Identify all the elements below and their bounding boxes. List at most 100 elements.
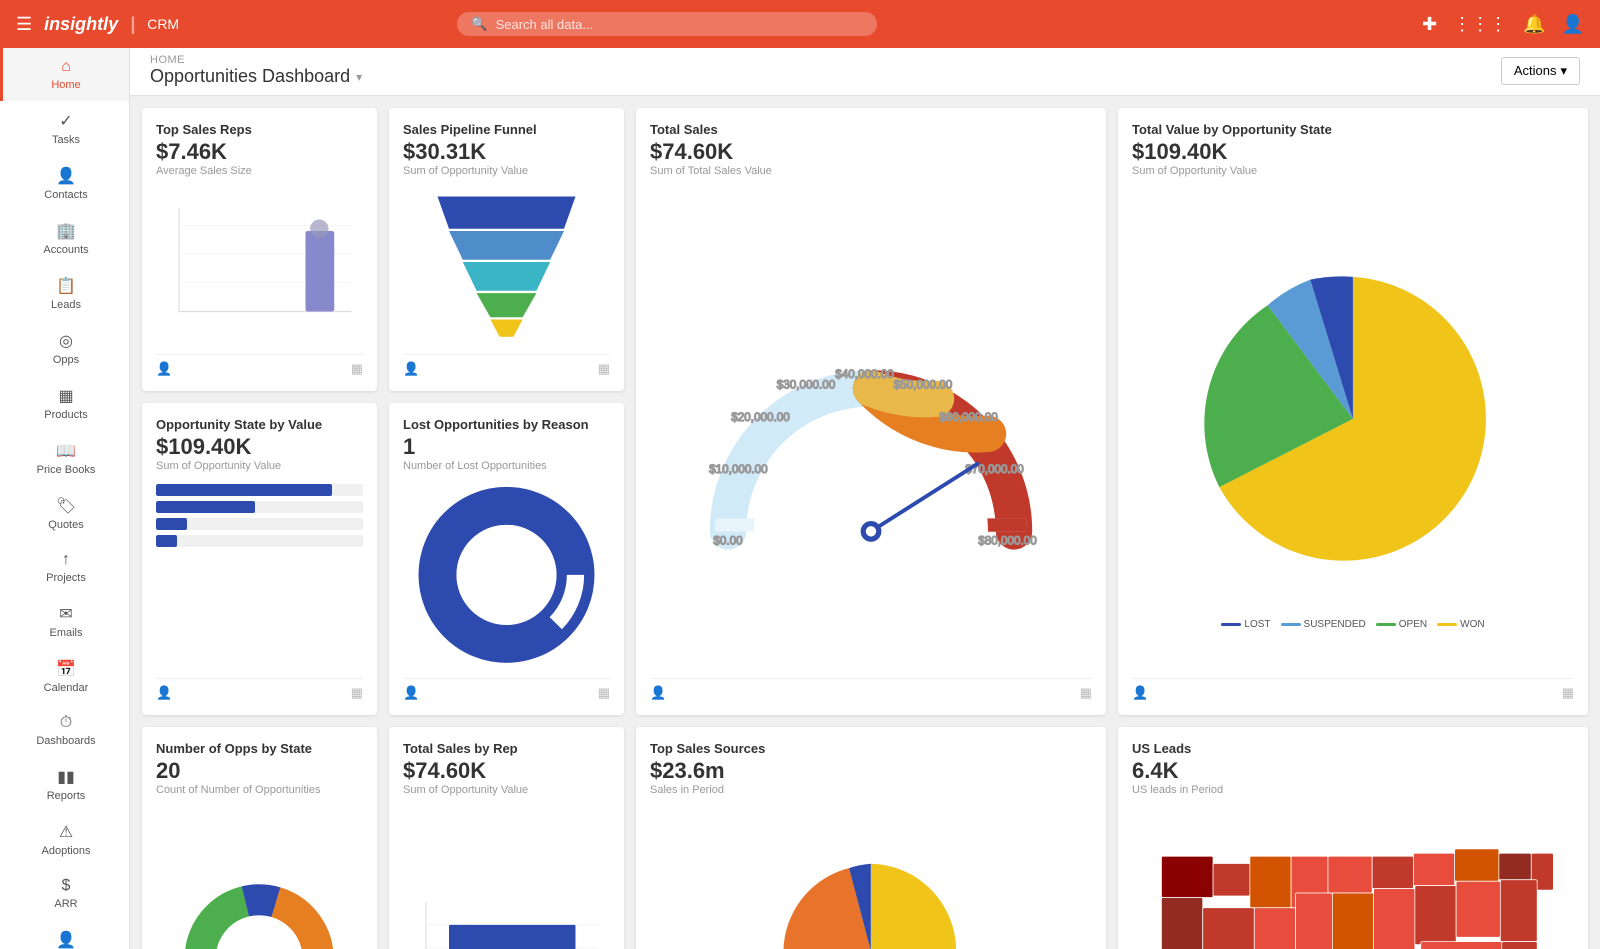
- sidebar-item-accounts[interactable]: 🏢 Accounts: [0, 211, 129, 266]
- card-subtitle-sales-pipeline: Sum of Opportunity Value: [403, 165, 610, 177]
- card-us-leads: US Leads 6.4K US leads in Period: [1118, 727, 1588, 949]
- hamburger-menu[interactable]: ☰: [16, 14, 32, 35]
- card-title-opportunity-state: Opportunity State by Value: [156, 417, 363, 432]
- person-icon-3: 👤: [650, 685, 666, 701]
- emails-icon: ✉: [59, 604, 72, 624]
- sidebar-item-home[interactable]: ⌂ Home: [0, 48, 129, 101]
- sidebar-label-emails: Emails: [49, 627, 82, 639]
- app-body: ⌂ Home ✓ Tasks 👤 Contacts 🏢 Accounts 📋 L…: [0, 48, 1600, 949]
- leads-icon: 📋: [56, 276, 76, 296]
- card-value-top-sales-sources: $23.6m: [650, 758, 1092, 784]
- sidebar-item-leads[interactable]: 📋 Leads: [0, 266, 129, 321]
- opps-icon: ◎: [59, 331, 73, 351]
- projects-icon: ↑: [62, 551, 70, 569]
- card-value-opportunity-state: $109.40K: [156, 434, 363, 460]
- sidebar-item-reports[interactable]: ▮▮ Reports: [0, 757, 129, 812]
- sidebar: ⌂ Home ✓ Tasks 👤 Contacts 🏢 Accounts 📋 L…: [0, 48, 130, 949]
- bar-row-won: [156, 484, 363, 496]
- chart-us-leads: [1132, 804, 1574, 949]
- chart-total-sales: $0.00 $10,000.00 $20,000.00 $30,000.00 $…: [650, 185, 1092, 670]
- card-title-top-sales-reps: Top Sales Reps: [156, 122, 363, 137]
- sidebar-item-products[interactable]: ▦ Products: [0, 376, 129, 431]
- brand-logo: insightly | CRM: [44, 14, 179, 35]
- chart-sales-pipeline: [403, 185, 610, 346]
- sidebar-item-emails[interactable]: ✉ Emails: [0, 594, 129, 649]
- card-value-lost-opps: 1: [403, 434, 610, 460]
- person-icon: 👤: [156, 361, 172, 377]
- legend-label-suspended: SUSPENDED: [1304, 619, 1366, 630]
- card-title-num-opps: Number of Opps by State: [156, 741, 363, 756]
- actions-dropdown-arrow: ▾: [1560, 63, 1567, 79]
- card-title-total-sales: Total Sales: [650, 122, 1092, 137]
- card-value-us-leads: 6.4K: [1132, 758, 1574, 784]
- card-value-total-value-by-state: $109.40K: [1132, 139, 1574, 165]
- card-opportunity-state: Opportunity State by Value $109.40K Sum …: [142, 403, 377, 715]
- grid-icon[interactable]: ⋮⋮⋮: [1453, 14, 1507, 35]
- grid-icon-small: ▦: [351, 361, 363, 377]
- sidebar-item-pricebooks[interactable]: 📖 Price Books: [0, 431, 129, 486]
- card-sales-pipeline: Sales Pipeline Funnel $30.31K Sum of Opp…: [389, 108, 624, 391]
- sidebar-label-products: Products: [44, 409, 87, 421]
- card-value-sales-pipeline: $30.31K: [403, 139, 610, 165]
- sidebar-label-leads: Leads: [51, 299, 81, 311]
- sidebar-item-adoptions[interactable]: ⚠ Adoptions: [0, 812, 129, 867]
- sidebar-item-opps[interactable]: ◎ Opps: [0, 321, 129, 376]
- svg-text:$40,000.00: $40,000.00: [835, 368, 894, 381]
- breadcrumb: HOME: [150, 54, 362, 66]
- legend-item-open: OPEN: [1376, 619, 1427, 630]
- card-value-total-sales: $74.60K: [650, 139, 1092, 165]
- card-footer-total-sales: 👤 ▦: [650, 678, 1092, 701]
- card-total-value-by-state: Total Value by Opportunity State $109.40…: [1118, 108, 1588, 715]
- card-top-sales-sources: Top Sales Sources $23.6m Sales in Period: [636, 727, 1106, 949]
- chart-legend-total-value: LOST SUSPENDED OPEN WON: [1221, 619, 1484, 630]
- card-title-us-leads: US Leads: [1132, 741, 1574, 756]
- person-icon-4: 👤: [1132, 685, 1148, 701]
- sidebar-label-contacts: Contacts: [44, 189, 87, 201]
- dashboard-grid: Top Sales Reps $7.46K Average Sales Size: [130, 96, 1600, 949]
- sidebar-item-dashboards[interactable]: ⏱ Dashboards: [0, 704, 129, 757]
- sidebar-item-audit-loggers[interactable]: 👤 Audit Loggers: [0, 920, 129, 949]
- bar-row-open: [156, 501, 363, 513]
- card-subtitle-opportunity-state: Sum of Opportunity Value: [156, 460, 363, 472]
- calendar-icon: 📅: [56, 659, 76, 679]
- chart-total-sales-by-rep: [403, 804, 610, 949]
- page-title: Opportunities Dashboard ▾: [150, 66, 362, 87]
- content-header: HOME Opportunities Dashboard ▾ Actions ▾: [130, 48, 1600, 96]
- card-footer-opportunity-state: 👤 ▦: [156, 678, 363, 701]
- chart-lost-opps: [403, 480, 610, 670]
- card-subtitle-total-sales-by-rep: Sum of Opportunity Value: [403, 784, 610, 796]
- card-subtitle-top-sales-reps: Average Sales Size: [156, 165, 363, 177]
- nav-icons: ✚ ⋮⋮⋮ 🔔 👤: [1422, 14, 1584, 35]
- legend-item-lost: LOST: [1221, 619, 1270, 630]
- grid-icon-small-3: ▦: [1080, 685, 1092, 701]
- sidebar-label-calendar: Calendar: [44, 682, 89, 694]
- actions-button[interactable]: Actions ▾: [1501, 57, 1580, 85]
- sidebar-label-home: Home: [51, 79, 80, 91]
- sidebar-item-contacts[interactable]: 👤 Contacts: [0, 156, 129, 211]
- sidebar-item-tasks[interactable]: ✓ Tasks: [0, 101, 129, 156]
- bar-row-lost: [156, 535, 363, 547]
- search-input[interactable]: [496, 17, 864, 32]
- search-bar[interactable]: 🔍: [457, 12, 877, 36]
- sidebar-item-quotes[interactable]: 🏷 Quotes: [0, 486, 129, 541]
- page-title-dropdown-arrow[interactable]: ▾: [356, 70, 362, 84]
- adoptions-icon: ⚠: [59, 822, 73, 842]
- user-icon[interactable]: 👤: [1562, 14, 1584, 35]
- add-icon[interactable]: ✚: [1422, 14, 1437, 35]
- card-total-sales: Total Sales $74.60K Sum of Total Sales V…: [636, 108, 1106, 715]
- reports-icon: ▮▮: [57, 767, 75, 787]
- sidebar-item-projects[interactable]: ↑ Projects: [0, 541, 129, 594]
- arr-icon: $: [62, 877, 71, 895]
- pricebooks-icon: 📖: [56, 441, 76, 461]
- bell-icon[interactable]: 🔔: [1523, 14, 1545, 35]
- legend-label-won: WON: [1460, 619, 1484, 630]
- sidebar-item-calendar[interactable]: 📅 Calendar: [0, 649, 129, 704]
- sidebar-item-arr[interactable]: $ ARR: [0, 867, 129, 920]
- card-subtitle-us-leads: US leads in Period: [1132, 784, 1574, 796]
- svg-text:$80,000.00: $80,000.00: [978, 534, 1037, 547]
- chart-total-value-by-state: LOST SUSPENDED OPEN WON: [1132, 185, 1574, 670]
- card-title-sales-pipeline: Sales Pipeline Funnel: [403, 122, 610, 137]
- svg-text:$20,000.00: $20,000.00: [731, 411, 790, 424]
- chart-top-sales-reps: [156, 185, 363, 346]
- top-navigation: ☰ insightly | CRM 🔍 ✚ ⋮⋮⋮ 🔔 👤: [0, 0, 1600, 48]
